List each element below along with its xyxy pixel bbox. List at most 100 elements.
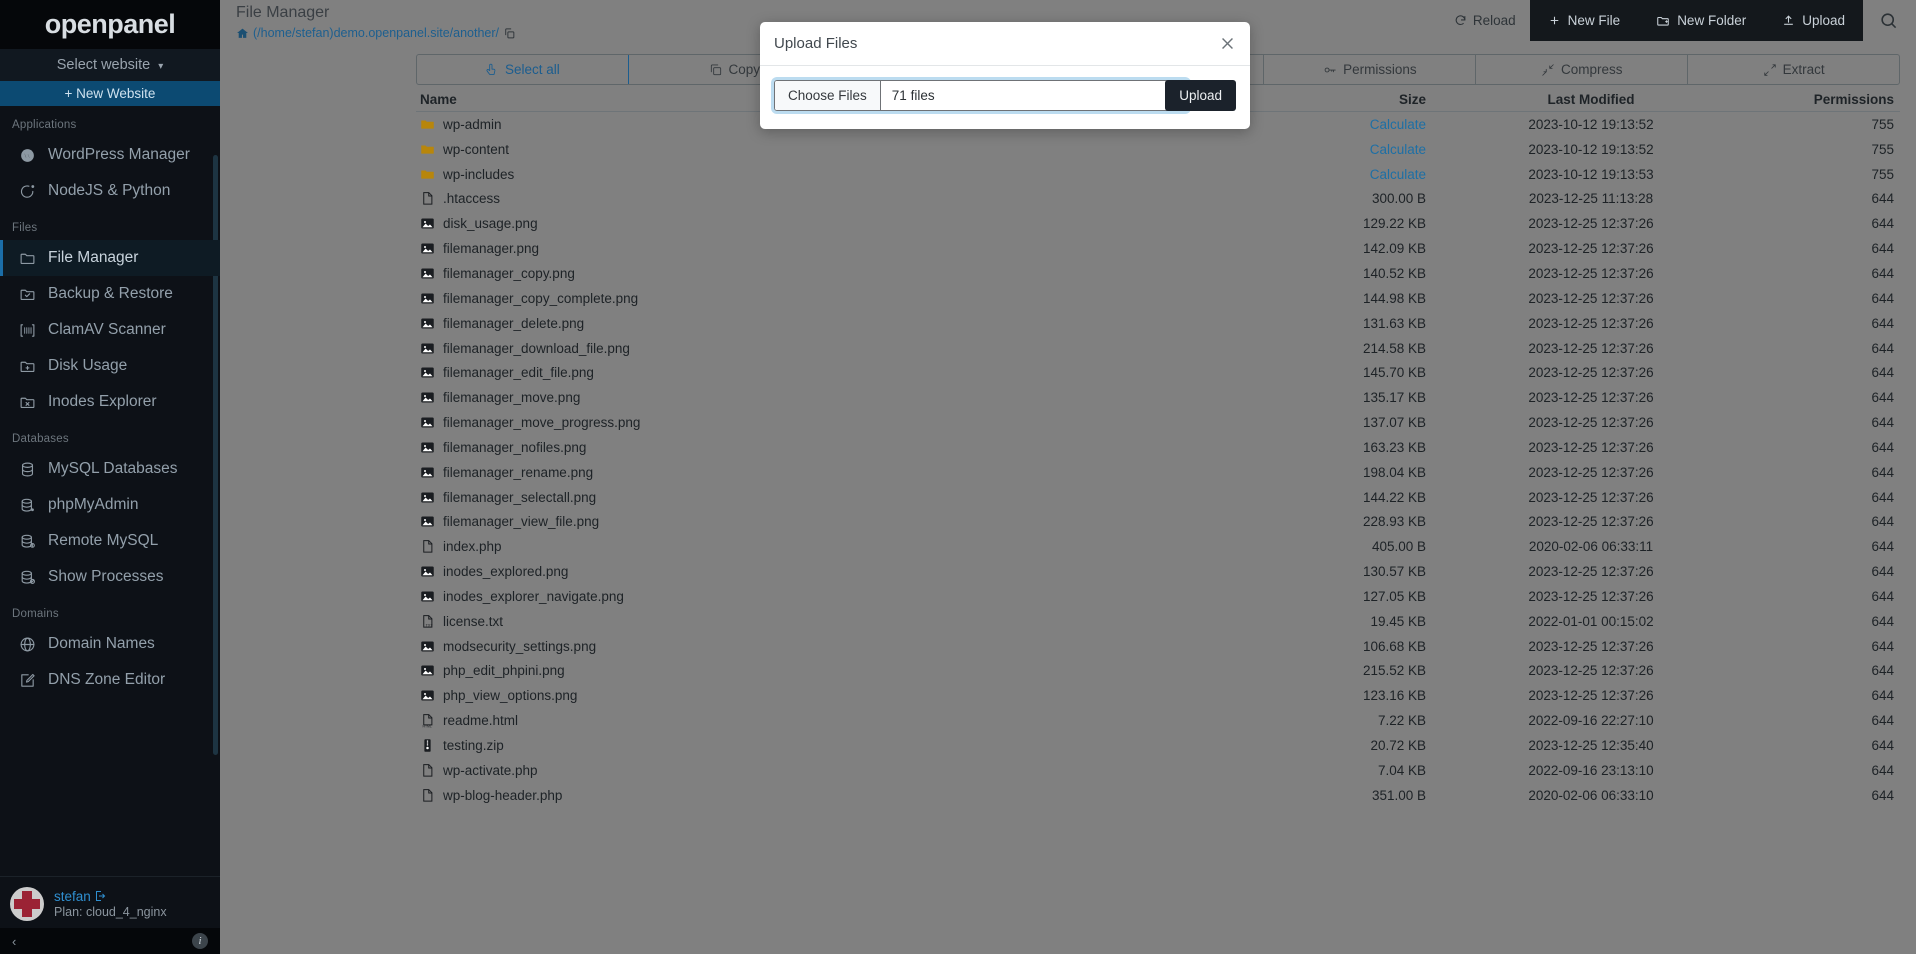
cell-name[interactable]: wp-content — [416, 142, 1226, 157]
sidebar-item-remote-mysql[interactable]: Remote MySQL — [0, 523, 220, 559]
cell-name[interactable]: filemanager_selectall.png — [416, 490, 1226, 505]
permissions-button[interactable]: Permissions — [1264, 55, 1477, 84]
table-row[interactable]: filemanager.png 142.09 KB 2023-12-25 12:37… — [416, 236, 1900, 261]
table-row[interactable]: TXT license.txt 19.45 KB 2022-01-01 00:15:0… — [416, 609, 1900, 634]
table-row[interactable]: index.php 405.00 B 2020-02-06 06:33:11 644 — [416, 534, 1900, 559]
column-header-size[interactable]: Size — [1226, 92, 1426, 107]
file-name: filemanager_copy.png — [443, 265, 575, 281]
brand-logo[interactable]: openpanel — [0, 0, 220, 49]
table-row[interactable]: wp-content Calculate 2023-10-12 19:13:52 75… — [416, 137, 1900, 162]
table-row[interactable]: filemanager_move.png 135.17 KB 2023-12-25 … — [416, 385, 1900, 410]
search-button[interactable] — [1863, 0, 1916, 41]
cell-name[interactable]: disk_usage.png — [416, 216, 1226, 231]
cell-name[interactable]: filemanager_nofiles.png — [416, 440, 1226, 455]
table-row[interactable]: filemanager_copy_complete.png 144.98 KB 20… — [416, 286, 1900, 311]
sidebar-item-backup-restore[interactable]: Backup & Restore — [0, 276, 220, 312]
sidebar-item-mysql-databases[interactable]: MySQL Databases — [0, 451, 220, 487]
select-all-button[interactable]: Select all — [417, 55, 629, 84]
cell-name[interactable]: HTML readme.html — [416, 713, 1226, 728]
table-row[interactable]: HTML readme.html 7.22 KB 2022-09-16 22:27:1… — [416, 708, 1900, 733]
cell-name[interactable]: inodes_explored.png — [416, 564, 1226, 579]
table-row[interactable]: inodes_explorer_navigate.png 127.05 KB 202… — [416, 584, 1900, 609]
cell-name[interactable]: inodes_explorer_navigate.png — [416, 589, 1226, 604]
cell-name[interactable]: filemanager_download_file.png — [416, 341, 1226, 356]
new-folder-button[interactable]: New Folder — [1638, 0, 1764, 41]
cell-name[interactable]: filemanager_delete.png — [416, 316, 1226, 331]
sidebar-item-disk-usage[interactable]: Disk Usage — [0, 348, 220, 384]
new-website-button[interactable]: + New Website — [0, 81, 220, 106]
calculate-size-link[interactable]: Calculate — [1226, 117, 1426, 132]
column-header-last-modified[interactable]: Last Modified — [1426, 92, 1756, 107]
cell-name[interactable]: filemanager_move.png — [416, 390, 1226, 405]
table-row[interactable]: php_edit_phpini.png 215.52 KB 2023-12-25 1… — [416, 659, 1900, 684]
reload-button[interactable]: Reload — [1440, 0, 1530, 41]
calculate-size-link[interactable]: Calculate — [1226, 142, 1426, 157]
cell-name[interactable]: wp-includes — [416, 167, 1226, 182]
table-row[interactable]: filemanager_rename.png 198.04 KB 2023-12-2… — [416, 460, 1900, 485]
table-row[interactable]: modsecurity_settings.png 106.68 KB 2023-12… — [416, 634, 1900, 659]
file-input-field[interactable]: Choose Files 71 files — [774, 80, 1188, 111]
file-name: modsecurity_settings.png — [443, 638, 597, 654]
table-row[interactable]: filemanager_copy.png 140.52 KB 2023-12-25 … — [416, 261, 1900, 286]
cell-name[interactable]: filemanager_move_progress.png — [416, 415, 1226, 430]
info-icon[interactable]: i — [192, 933, 208, 949]
new-file-button[interactable]: New File — [1530, 0, 1639, 41]
cell-name[interactable]: .htaccess — [416, 191, 1226, 206]
sidebar-item-domain-names[interactable]: Domain Names — [0, 626, 220, 662]
cell-name[interactable]: wp-activate.php — [416, 763, 1226, 778]
cell-name[interactable]: filemanager_copy.png — [416, 266, 1226, 281]
table-row[interactable]: wp-blog-header.php 351.00 B 2020-02-06 06:… — [416, 783, 1900, 808]
table-row[interactable]: php_view_options.png 123.16 KB 2023-12-25 … — [416, 683, 1900, 708]
sidebar-item-wordpress-manager[interactable]: W WordPress Manager — [0, 137, 220, 173]
cell-size: 106.68 KB — [1362, 638, 1426, 654]
cell-name[interactable]: TXT license.txt — [416, 614, 1226, 629]
cell-name[interactable]: filemanager_copy_complete.png — [416, 291, 1226, 306]
sidebar-item-show-processes[interactable]: Show Processes — [0, 559, 220, 595]
table-row[interactable]: filemanager_move_progress.png 137.07 KB 20… — [416, 410, 1900, 435]
compress-button[interactable]: Compress — [1476, 55, 1689, 84]
table-row[interactable]: inodes_explored.png 130.57 KB 2023-12-25 1… — [416, 559, 1900, 584]
table-row[interactable]: disk_usage.png 129.22 KB 2023-12-25 12:37:… — [416, 211, 1900, 236]
selected-files-status: 71 files — [880, 81, 1187, 110]
cell-name[interactable]: filemanager_view_file.png — [416, 514, 1226, 529]
copy-path-icon[interactable] — [503, 27, 516, 40]
extract-button[interactable]: Extract — [1688, 55, 1899, 84]
sidebar-item-inodes-explorer[interactable]: Inodes Explorer — [0, 384, 220, 420]
home-icon[interactable] — [236, 27, 249, 40]
modal-upload-button[interactable]: Upload — [1165, 80, 1236, 111]
table-row[interactable]: filemanager_view_file.png 228.93 KB 2023-1… — [416, 510, 1900, 535]
cell-name[interactable]: filemanager.png — [416, 241, 1226, 256]
column-header-permissions[interactable]: Permissions — [1756, 92, 1900, 107]
cell-name[interactable]: index.php — [416, 539, 1226, 554]
breadcrumb-path[interactable]: (/home/stefan)demo.openpanel.site/anothe… — [253, 26, 499, 40]
website-selector[interactable]: Select website ▾ — [0, 49, 220, 81]
sidebar-item-clamav-scanner[interactable]: ClamAV Scanner — [0, 312, 220, 348]
choose-files-button[interactable]: Choose Files — [775, 81, 881, 110]
upload-button-header[interactable]: Upload — [1764, 0, 1863, 41]
table-row[interactable]: filemanager_nofiles.png 163.23 KB 2023-12-… — [416, 435, 1900, 460]
sidebar-item-phpmyadmin[interactable]: phpMyAdmin — [0, 487, 220, 523]
table-row[interactable]: filemanager_selectall.png 144.22 KB 2023-1… — [416, 485, 1900, 510]
table-row[interactable]: testing.zip 20.72 KB 2023-12-25 12:35:40 64… — [416, 733, 1900, 758]
sidebar-item-file-manager[interactable]: File Manager — [0, 240, 220, 276]
collapse-icon[interactable]: ‹ — [12, 934, 16, 949]
table-row[interactable]: filemanager_delete.png 131.63 KB 2023-12-2… — [416, 311, 1900, 336]
cell-name[interactable]: filemanager_rename.png — [416, 465, 1226, 480]
close-icon[interactable] — [1219, 35, 1236, 52]
cell-name[interactable]: testing.zip — [416, 738, 1226, 753]
table-row[interactable]: filemanager_download_file.png 214.58 KB 20… — [416, 336, 1900, 361]
cell-name[interactable]: filemanager_edit_file.png — [416, 365, 1226, 380]
table-row[interactable]: .htaccess 300.00 B 2023-12-25 11:13:28 644 — [416, 187, 1900, 212]
cell-name[interactable]: modsecurity_settings.png — [416, 639, 1226, 654]
table-row[interactable]: filemanager_edit_file.png 145.70 KB 2023-1… — [416, 360, 1900, 385]
sidebar-item-nodejs-python[interactable]: NodeJS & Python — [0, 173, 220, 209]
table-row[interactable]: wp-includes Calculate 2023-10-12 19:13:53 7… — [416, 162, 1900, 187]
user-name[interactable]: stefan — [54, 889, 167, 904]
cell-name[interactable]: php_view_options.png — [416, 688, 1226, 703]
sidebar-user[interactable]: stefan Plan: cloud_4_nginx — [0, 876, 220, 928]
calculate-size-link[interactable]: Calculate — [1226, 167, 1426, 182]
cell-name[interactable]: wp-blog-header.php — [416, 788, 1226, 803]
sidebar-item-dns-zone-editor[interactable]: DNS Zone Editor — [0, 662, 220, 698]
cell-name[interactable]: php_edit_phpini.png — [416, 663, 1226, 678]
table-row[interactable]: wp-activate.php 7.04 KB 2022-09-16 23:13:1… — [416, 758, 1900, 783]
